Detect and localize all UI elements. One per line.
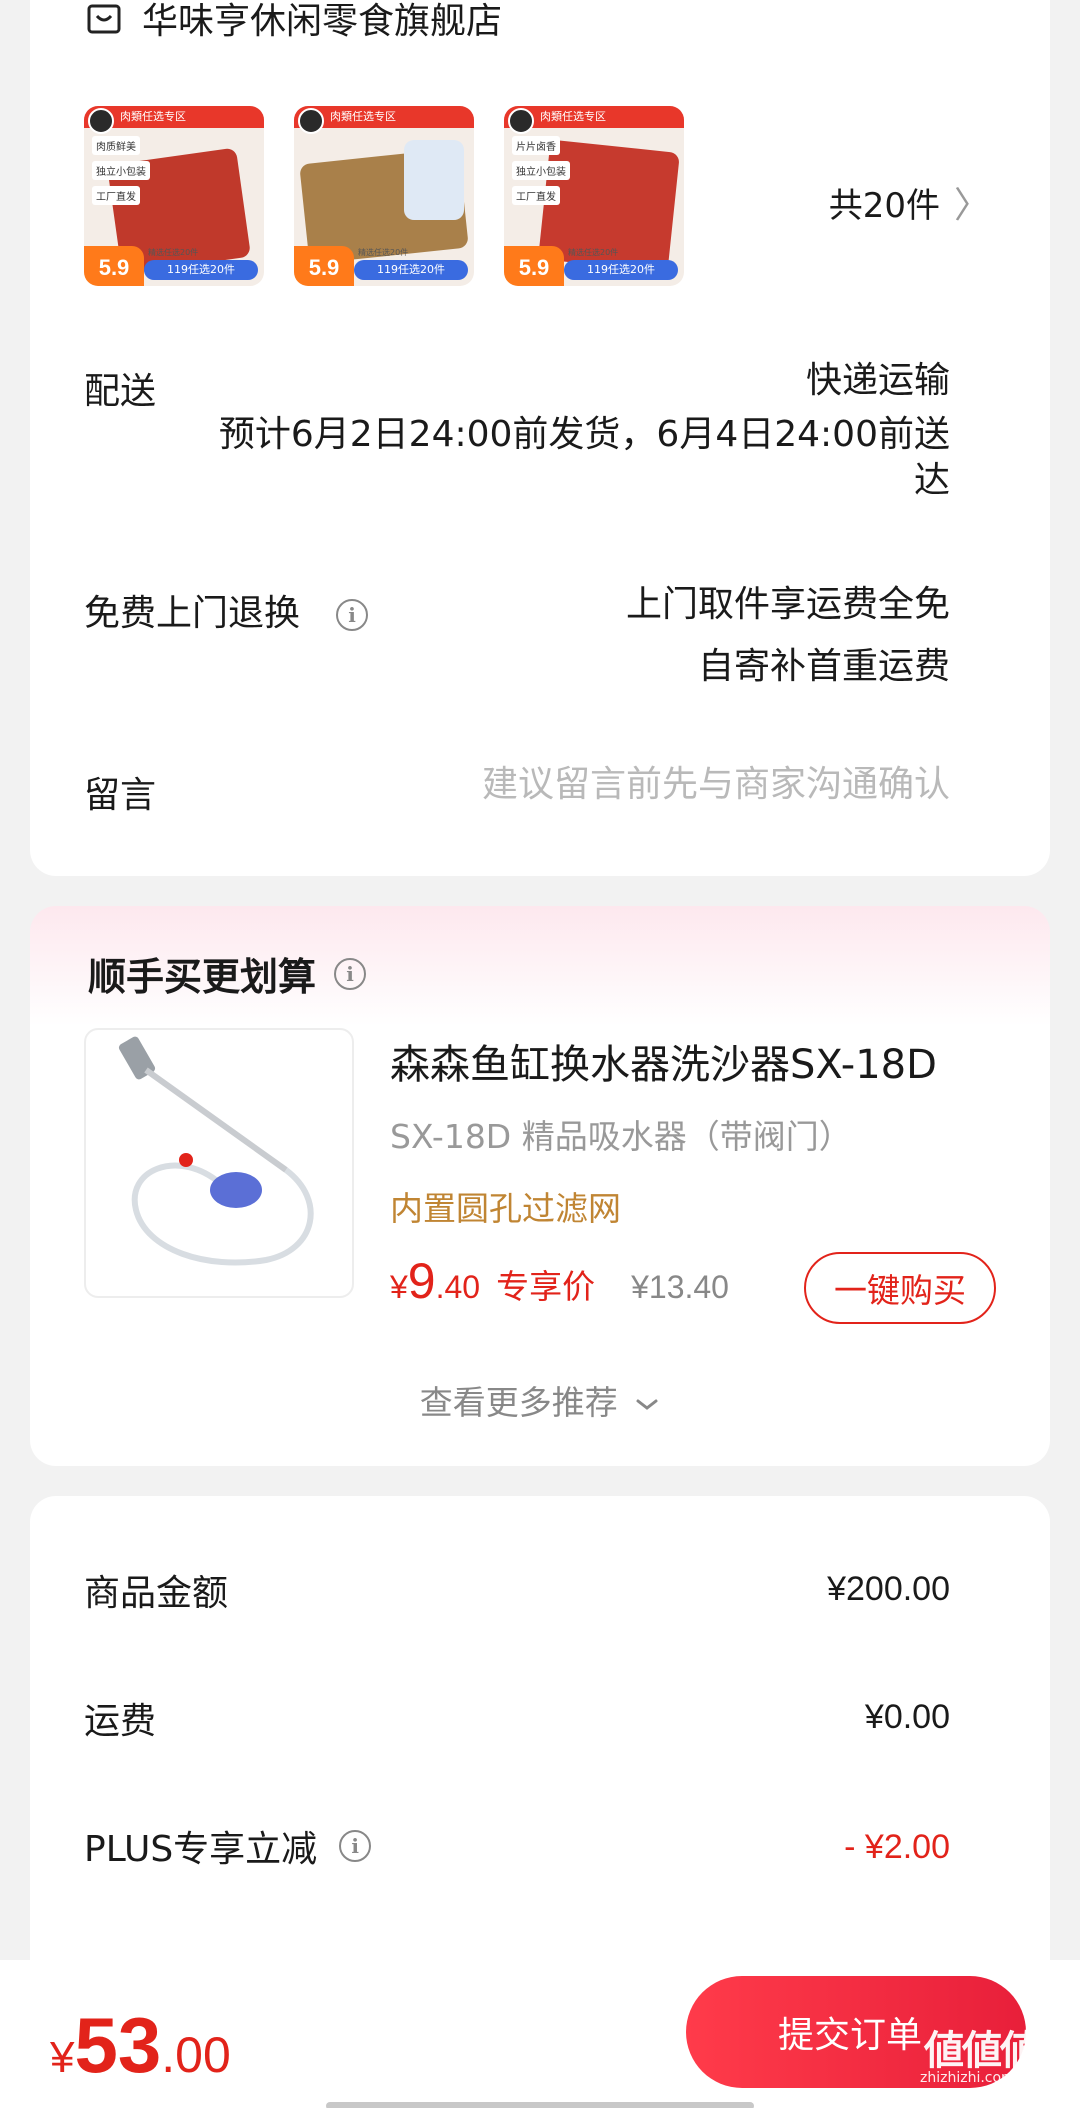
delivery-method: 快递运输: [805, 360, 950, 401]
home-indicator[interactable]: [326, 2102, 754, 2108]
note-label: 留言: [84, 775, 157, 816]
thumbnail-bullet: 片片卤香: [512, 136, 560, 155]
returns-line2: 自寄补首重运费: [697, 646, 950, 687]
plus-discount-value: - ¥2.00: [844, 1828, 950, 1866]
thumbnail-promo: 119任选20件: [144, 260, 258, 280]
item-count[interactable]: 共20件 〉: [829, 176, 990, 228]
one-click-buy-button[interactable]: 一键购买: [804, 1252, 996, 1324]
returns-info: 上门取件享运费全免 自寄补首重运费: [626, 582, 950, 690]
brand-logo-icon: [88, 108, 114, 134]
store-icon: [87, 4, 121, 34]
thumbnail-bullet: 独立小包装: [512, 161, 570, 180]
thumbnail-bullet: 独立小包装: [92, 161, 150, 180]
plus-discount-row: PLUS专享立减 i: [84, 1820, 372, 1872]
price-decimal: .40: [435, 1269, 481, 1305]
product-thumbnail-1[interactable]: 肉類任选专区 肉质鲜美 独立小包装 工厂直发 5.9 精选任选20件 119任选…: [84, 106, 264, 286]
delivery-info[interactable]: 快递运输 预计6月2日24:00前发货，6月4日24:00前送 达: [219, 358, 950, 504]
product-price-row: ¥9.40 专享价 ¥13.40: [390, 1252, 729, 1310]
exclusive-price-label: 专享价: [496, 1267, 596, 1306]
thumbnail-price: 5.9: [294, 246, 354, 286]
returns-row: 免费上门退换 i: [84, 584, 369, 636]
chevron-down-icon: [636, 1399, 658, 1410]
recommend-title: 顺手买更划算: [88, 955, 317, 999]
watermark-url: zhizhizhi.com: [920, 2070, 1015, 2086]
more-recommendations-link[interactable]: 查看更多推荐: [30, 1376, 1050, 1424]
product-thumbnails[interactable]: 肉類任选专区 肉质鲜美 独立小包装 工厂直发 5.9 精选任选20件 119任选…: [84, 106, 684, 286]
store-header[interactable]: 华味亨休闲零食旗舰店: [84, 0, 502, 44]
brand-logo-icon: [298, 108, 324, 134]
price-integer: 9: [407, 1253, 436, 1309]
note-input[interactable]: 建议留言前先与商家沟通确认: [482, 762, 950, 808]
product-feature: 内置圆孔过滤网: [390, 1189, 621, 1228]
shipping-label: 运费: [84, 1701, 157, 1742]
product-thumbnail-3[interactable]: 肉類任选专区 片片卤香 独立小包装 工厂直发 5.9 精选任选20件 119任选…: [504, 106, 684, 286]
brand-logo-icon: [508, 108, 534, 134]
thumbnail-bullet: 工厂直发: [92, 186, 140, 205]
total-currency: ¥: [50, 2033, 75, 2082]
thumbnail-promo-small: 精选任选20件: [358, 248, 409, 257]
siphon-pump-image: [118, 1036, 314, 1266]
total-price: ¥ 53 .00: [50, 2000, 231, 2091]
store-name: 华味亨休闲零食旗舰店: [142, 1, 503, 42]
recommend-header: 顺手买更划算 i: [88, 946, 367, 1001]
info-icon[interactable]: i: [336, 599, 369, 631]
total-integer: 53: [74, 2001, 162, 2089]
returns-label: 免费上门退换: [84, 593, 301, 634]
total-decimal: .00: [161, 2027, 231, 2083]
original-price: ¥13.40: [631, 1269, 729, 1305]
thumbnail-promo-small: 精选任选20件: [568, 248, 619, 257]
info-icon[interactable]: i: [334, 957, 367, 990]
goods-amount-label: 商品金额: [84, 1573, 229, 1614]
returns-line1: 上门取件享运费全免: [625, 584, 950, 625]
info-icon[interactable]: i: [339, 1830, 372, 1862]
more-recommendations-label: 查看更多推荐: [419, 1383, 618, 1422]
delivery-label: 配送: [84, 371, 157, 412]
thumbnail-price: 5.9: [504, 246, 564, 286]
plus-discount-label: PLUS专享立减: [84, 1829, 318, 1870]
thumbnail-price: 5.9: [84, 246, 144, 286]
delivery-estimate-line1: 预计6月2日24:00前发货，6月4日24:00前送: [218, 414, 950, 455]
product-image[interactable]: [84, 1028, 354, 1298]
product-spec: SX-18D 精品吸水器（带阀门）: [390, 1117, 852, 1156]
product-price: ¥9.40: [390, 1252, 480, 1310]
thumbnail-bullets: 肉质鲜美 独立小包装 工厂直发: [92, 136, 150, 205]
package-image: [404, 140, 464, 220]
thumbnail-promo: 119任选20件: [564, 260, 678, 280]
thumbnail-bullet: 工厂直发: [512, 186, 560, 205]
goods-amount-value: ¥200.00: [827, 1570, 950, 1608]
chevron-right-icon: 〉: [953, 185, 990, 226]
item-count-label: 共20件: [828, 185, 940, 226]
product-thumbnail-2[interactable]: 肉類任选专区 5.9 精选任选20件 119任选20件: [294, 106, 474, 286]
product-title[interactable]: 森森鱼缸换水器洗沙器SX-18D: [390, 1032, 937, 1090]
thumbnail-bullets: 片片卤香 独立小包装 工厂直发: [512, 136, 570, 205]
store-card: 华味亨休闲零食旗舰店 肉類任选专区 肉质鲜美 独立小包装 工厂直发 5.9 精选…: [30, 0, 1050, 876]
watermark: 値値値: [924, 2028, 1040, 2074]
thumbnail-promo-small: 精选任选20件: [148, 248, 199, 257]
thumbnail-bullet: 肉质鲜美: [92, 136, 140, 155]
checkout-bar: ¥ 53 .00 提交订单 値値値 zhizhizhi.com: [0, 1960, 1080, 2108]
shipping-value: ¥0.00: [864, 1698, 950, 1736]
thumbnail-promo: 119任选20件: [354, 260, 468, 280]
recommend-card: 顺手买更划算 i 森森鱼缸换水器洗沙器SX-18D SX-18D 精品吸水器（带…: [30, 906, 1050, 1466]
price-currency: ¥: [390, 1269, 408, 1305]
delivery-estimate-line2: 达: [913, 460, 950, 501]
